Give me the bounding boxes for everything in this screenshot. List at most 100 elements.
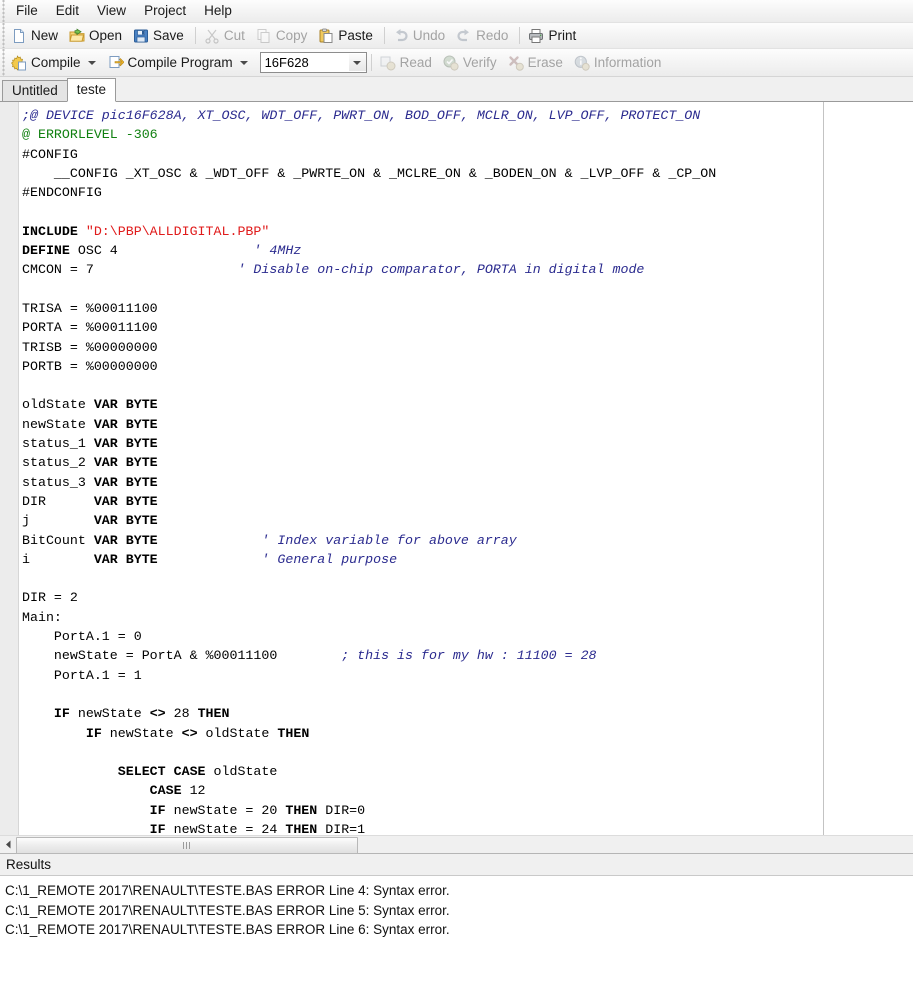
- code-token: TRISA = %00011100: [22, 301, 158, 316]
- menu-edit[interactable]: Edit: [48, 1, 87, 21]
- information-button[interactable]: Information: [571, 52, 668, 73]
- results-line[interactable]: C:\1_REMOTE 2017\RENAULT\TESTE.BAS ERROR…: [5, 920, 913, 940]
- code-line: PortA.1 = 1: [22, 666, 913, 685]
- file-toolbar-drag-grip[interactable]: [0, 23, 7, 48]
- information-icon: [574, 55, 590, 71]
- code-token: THEN: [198, 706, 230, 721]
- results-line[interactable]: C:\1_REMOTE 2017\RENAULT\TESTE.BAS ERROR…: [5, 881, 913, 901]
- code-token: [22, 706, 54, 721]
- verify-button[interactable]: Verify: [440, 52, 503, 73]
- paste-button[interactable]: Paste: [315, 25, 379, 46]
- code-token: 12: [182, 783, 206, 798]
- editor-code-text[interactable]: ;@ DEVICE pic16F628A, XT_OSC, WDT_OFF, P…: [22, 106, 913, 835]
- code-line: __CONFIG _XT_OSC & _WDT_OFF & _PWRTE_ON …: [22, 164, 913, 183]
- compile-program-chevron-down-icon[interactable]: [240, 61, 248, 65]
- redo-button-label: Redo: [476, 28, 508, 43]
- code-token: oldState: [198, 726, 278, 741]
- code-line: IF newState = 24 THEN DIR=1: [22, 820, 913, 835]
- open-button-label: Open: [89, 28, 122, 43]
- save-button-label: Save: [153, 28, 184, 43]
- code-token: PortA.1 = 0: [22, 629, 142, 644]
- code-line: i VAR BYTE ' General purpose: [22, 550, 913, 569]
- read-button[interactable]: Read: [377, 52, 438, 73]
- menu-project[interactable]: Project: [136, 1, 194, 21]
- code-token: DIR=1: [317, 822, 365, 835]
- code-token: IF: [150, 822, 166, 835]
- code-editor[interactable]: ;@ DEVICE pic16F628A, XT_OSC, WDT_OFF, P…: [0, 102, 913, 835]
- compile-program-button[interactable]: Compile Program: [105, 52, 255, 73]
- code-token: oldState: [206, 764, 278, 779]
- code-token: VAR BYTE: [94, 417, 158, 432]
- code-token: PORTB = %00000000: [22, 359, 158, 374]
- code-line: DEFINE OSC 4 ' 4MHz: [22, 241, 913, 260]
- code-token: [22, 783, 150, 798]
- print-button[interactable]: Print: [525, 25, 582, 46]
- code-line: IF newState = 20 THEN DIR=0: [22, 801, 913, 820]
- code-line: oldState VAR BYTE: [22, 395, 913, 414]
- scrollbar-track[interactable]: [16, 837, 913, 852]
- verify-check-icon: [443, 55, 459, 71]
- code-line: [22, 280, 913, 299]
- editor-horizontal-scrollbar[interactable]: [0, 835, 913, 853]
- code-token: #CONFIG: [22, 147, 78, 162]
- undo-button[interactable]: Undo: [390, 25, 451, 46]
- toolbar-separator-1: [195, 27, 196, 44]
- code-token: [22, 803, 150, 818]
- code-line: [22, 743, 913, 762]
- open-button[interactable]: Open: [66, 25, 128, 46]
- new-button[interactable]: New: [8, 25, 64, 46]
- code-line: status_2 VAR BYTE: [22, 453, 913, 472]
- menu-file[interactable]: File: [8, 1, 46, 21]
- code-line: status_1 VAR BYTE: [22, 434, 913, 453]
- code-token: [158, 533, 262, 548]
- code-token: VAR BYTE: [94, 552, 158, 567]
- code-line: newState = PortA & %00011100 ; this is f…: [22, 646, 913, 665]
- code-line: TRISA = %00011100: [22, 299, 913, 318]
- new-button-label: New: [31, 28, 58, 43]
- erase-button[interactable]: Erase: [505, 52, 569, 73]
- device-select-chevron-down-icon[interactable]: [349, 54, 366, 71]
- paste-button-label: Paste: [338, 28, 373, 43]
- code-token: TRISB = %00000000: [22, 340, 158, 355]
- code-token: PORTA = %00011100: [22, 320, 158, 335]
- scroll-left-arrow-icon[interactable]: [0, 837, 16, 852]
- code-token: VAR BYTE: [94, 455, 158, 470]
- device-select[interactable]: 16F628: [260, 52, 367, 73]
- code-token: VAR BYTE: [94, 397, 158, 412]
- code-token: PortA.1 = 1: [22, 668, 142, 683]
- tab-untitled[interactable]: Untitled: [2, 80, 68, 101]
- scrollbar-thumb[interactable]: [16, 837, 358, 854]
- results-line[interactable]: C:\1_REMOTE 2017\RENAULT\TESTE.BAS ERROR…: [5, 901, 913, 921]
- code-line: [22, 202, 913, 221]
- menubar-drag-grip[interactable]: [0, 0, 7, 22]
- code-token: VAR BYTE: [94, 513, 158, 528]
- code-token: 28: [166, 706, 198, 721]
- redo-button[interactable]: Redo: [453, 25, 514, 46]
- code-token: #ENDCONFIG: [22, 185, 102, 200]
- compile-button-label: Compile: [31, 55, 81, 70]
- undo-arrow-icon: [393, 28, 409, 44]
- code-line: #ENDCONFIG: [22, 183, 913, 202]
- code-token: ; this is for my hw : 11100 = 28: [341, 648, 596, 663]
- erase-x-icon: [508, 55, 524, 71]
- code-line: CASE 12: [22, 781, 913, 800]
- save-button[interactable]: Save: [130, 25, 190, 46]
- compile-chevron-down-icon[interactable]: [88, 61, 96, 65]
- menu-bar: File Edit View Project Help: [0, 0, 913, 23]
- results-panel-body[interactable]: C:\1_REMOTE 2017\RENAULT\TESTE.BAS ERROR…: [0, 876, 913, 981]
- code-line: status_3 VAR BYTE: [22, 473, 913, 492]
- copy-button[interactable]: Copy: [253, 25, 314, 46]
- tab-teste[interactable]: teste: [67, 78, 116, 102]
- cut-button[interactable]: Cut: [201, 25, 251, 46]
- compile-button[interactable]: Compile: [8, 52, 103, 73]
- code-line: IF newState <> oldState THEN: [22, 724, 913, 743]
- print-button-label: Print: [548, 28, 576, 43]
- menu-view[interactable]: View: [89, 1, 134, 21]
- code-line: IF newState <> 28 THEN: [22, 704, 913, 723]
- menu-help[interactable]: Help: [196, 1, 240, 21]
- code-token: @ ERRORLEVEL -306: [22, 127, 158, 142]
- code-token: __CONFIG _XT_OSC & _WDT_OFF & _PWRTE_ON …: [22, 166, 716, 181]
- code-line: @ ERRORLEVEL -306: [22, 125, 913, 144]
- code-line: PORTA = %00011100: [22, 318, 913, 337]
- compile-toolbar-drag-grip[interactable]: [0, 49, 7, 76]
